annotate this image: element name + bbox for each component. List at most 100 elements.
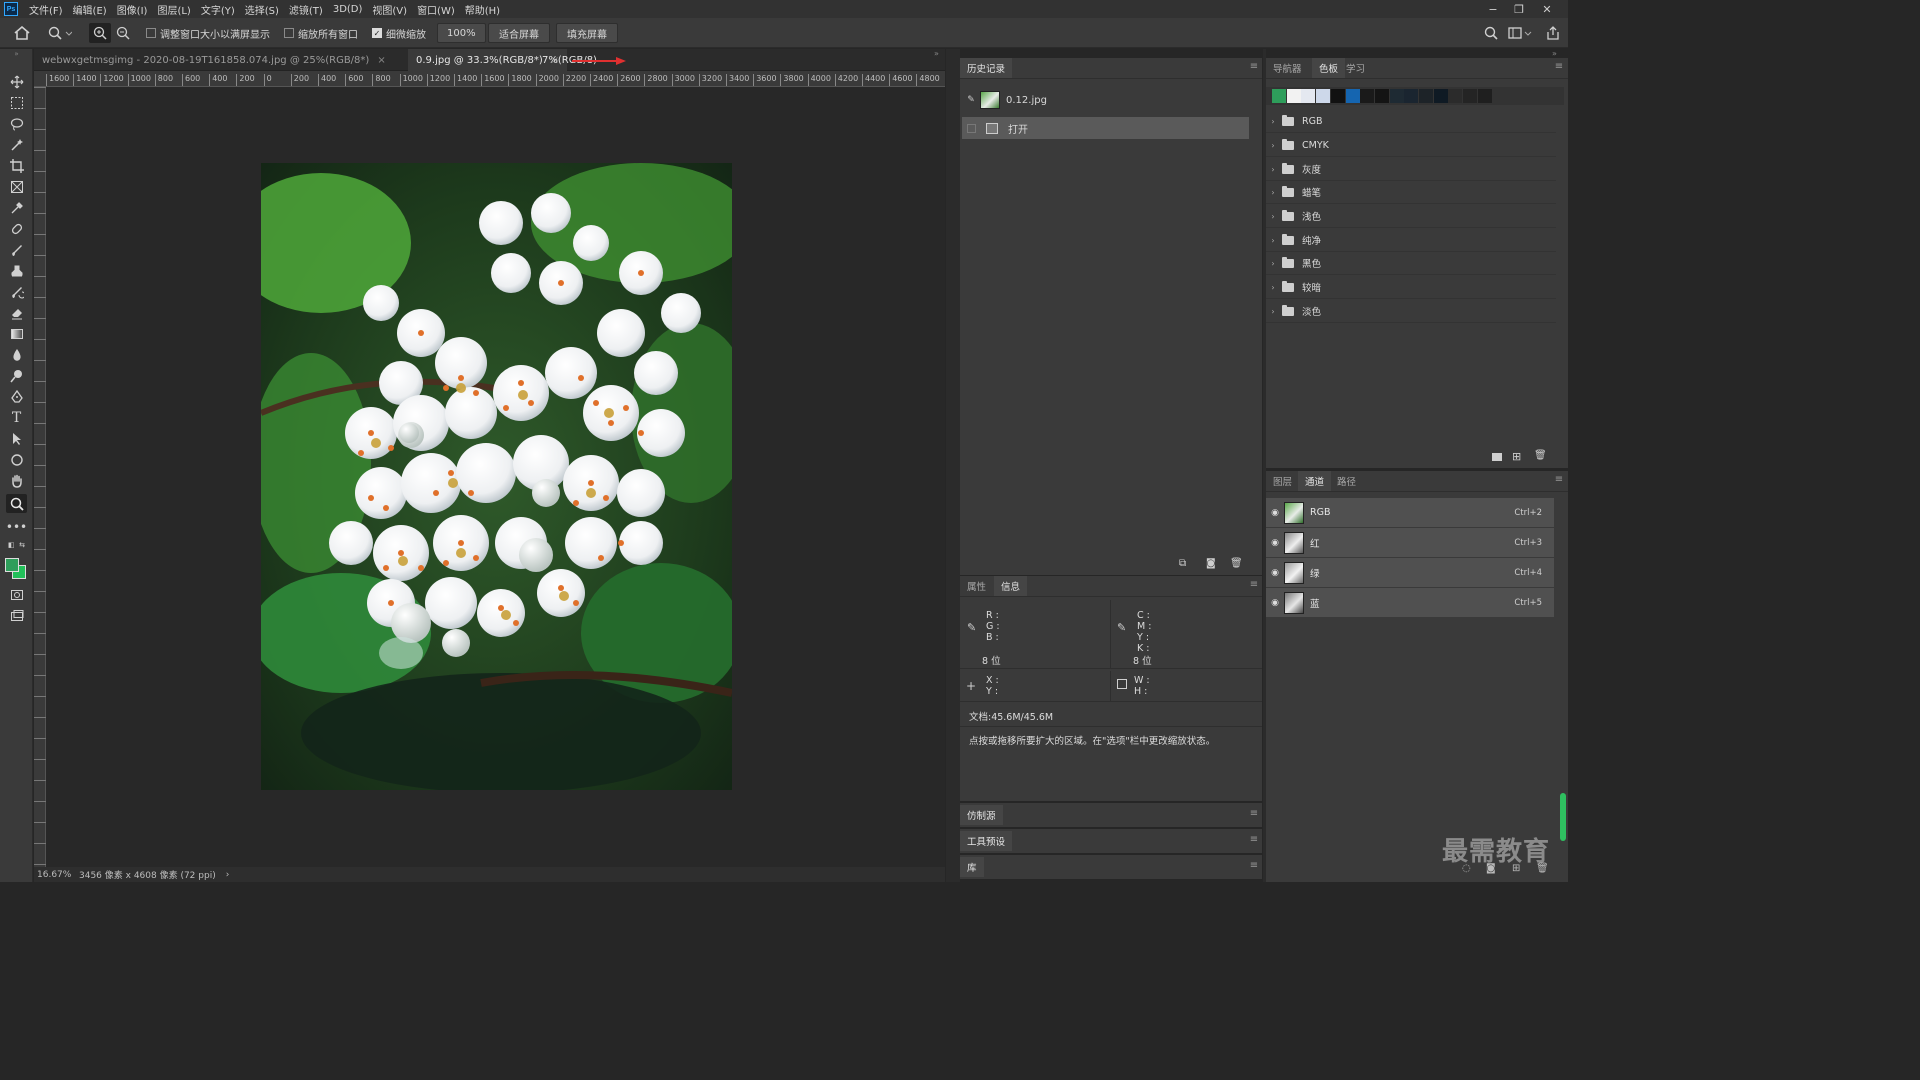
swatch-group-faint[interactable]: › 淡色 xyxy=(1266,300,1556,323)
more-tools-icon[interactable]: ••• xyxy=(6,517,27,536)
hand-tool-icon[interactable] xyxy=(6,471,27,490)
eye-icon[interactable]: ◉ xyxy=(1266,538,1284,548)
swatch-group-pure[interactable]: › 纯净 xyxy=(1266,229,1556,252)
tab-channels[interactable]: 通道 xyxy=(1298,471,1332,491)
search-icon[interactable] xyxy=(1484,23,1498,43)
color-swatch[interactable] xyxy=(1360,89,1375,103)
frame-tool-icon[interactable] xyxy=(6,177,27,196)
color-swatch[interactable] xyxy=(1419,89,1433,103)
color-swatch[interactable] xyxy=(1272,89,1286,103)
save-selection-icon[interactable]: ◙ xyxy=(1486,863,1496,874)
foreground-color-swatch[interactable] xyxy=(5,558,19,572)
workspace-icon[interactable] xyxy=(1508,23,1532,43)
trash-icon[interactable]: 🗑 xyxy=(1534,450,1547,461)
panel-menu-icon[interactable]: ≡ xyxy=(1247,834,1261,848)
collapse-toolbar-icon[interactable]: » xyxy=(6,50,27,58)
tab-clone-source[interactable]: 仿制源 xyxy=(960,805,1003,825)
ellipse-tool-icon[interactable] xyxy=(6,450,27,469)
new-document-from-state-icon[interactable]: ⧉ xyxy=(1179,558,1186,569)
trash-icon[interactable]: 🗑 xyxy=(1536,863,1549,874)
pen-tool-icon[interactable] xyxy=(6,387,27,406)
panel-menu-icon[interactable]: ≡ xyxy=(1247,860,1261,874)
zoom-out-icon[interactable] xyxy=(116,23,130,43)
color-swatch[interactable] xyxy=(1433,89,1448,103)
scrubby-zoom-checkbox[interactable]: ✓ 细微缩放 xyxy=(372,23,426,43)
clone-source-panel[interactable]: 仿制源 ≡ xyxy=(960,803,1262,827)
fit-screen-button[interactable]: 适合屏幕 xyxy=(488,23,550,43)
zoom-tool-preset-icon[interactable] xyxy=(48,23,72,43)
eyedropper-icon[interactable]: ✎ xyxy=(1117,621,1126,634)
document-tab-1[interactable]: webwxgetmsgimg - 2020-08-19T161858.074.j… xyxy=(34,49,394,71)
swatch-group-pastel[interactable]: › 蜡笔 xyxy=(1266,181,1556,204)
eyedropper-tool-icon[interactable] xyxy=(6,198,27,217)
quick-mask-icon[interactable] xyxy=(6,585,27,604)
tool-presets-panel[interactable]: 工具预设 ≡ xyxy=(960,829,1262,853)
tab-learn[interactable]: 学习 xyxy=(1339,58,1372,78)
tab-libraries[interactable]: 库 xyxy=(960,857,984,877)
history-brush-tool-icon[interactable] xyxy=(6,282,27,301)
color-swatch[interactable] xyxy=(1463,89,1478,103)
menu-file[interactable]: 文件(F) xyxy=(24,2,68,17)
trash-icon[interactable]: 🗑 xyxy=(1230,558,1243,569)
panel-menu-icon[interactable]: ≡ xyxy=(1247,808,1261,822)
tab-history[interactable]: 历史记录 xyxy=(960,58,1013,78)
panel-menu-icon[interactable]: ≡ xyxy=(1552,474,1566,488)
camera-icon[interactable]: ◙ xyxy=(1206,558,1216,569)
panel-menu-icon[interactable]: ≡ xyxy=(1247,61,1261,75)
menu-edit[interactable]: 编辑(E) xyxy=(68,2,112,17)
channel-row-blue[interactable]: ◉ 蓝 Ctrl+5 xyxy=(1266,588,1554,618)
document-image-flowers[interactable] xyxy=(261,163,732,790)
type-tool-icon[interactable]: T xyxy=(6,408,27,427)
close-window-icon[interactable]: ✕ xyxy=(1534,0,1560,18)
clone-stamp-tool-icon[interactable] xyxy=(6,261,27,280)
menu-view[interactable]: 视图(V) xyxy=(367,2,412,17)
scrollbar-thumb[interactable] xyxy=(1560,793,1566,841)
swatch-group-rgb[interactable]: › RGB xyxy=(1266,110,1556,133)
new-channel-icon[interactable]: ⊞ xyxy=(1512,863,1520,874)
swatch-group-darker[interactable]: › 较暗 xyxy=(1266,276,1556,299)
collapse-panels-icon[interactable]: » xyxy=(934,49,939,58)
color-swatch[interactable] xyxy=(1345,89,1360,103)
close-tab-icon[interactable]: × xyxy=(377,55,385,66)
home-icon[interactable] xyxy=(14,23,30,43)
swatch-group-light[interactable]: › 浅色 xyxy=(1266,205,1556,228)
history-step-open[interactable]: 打开 xyxy=(962,117,1249,139)
color-swatch[interactable] xyxy=(1404,89,1419,103)
restore-icon[interactable]: ❐ xyxy=(1506,0,1532,18)
panel-menu-icon[interactable]: ≡ xyxy=(1247,579,1261,593)
menu-select[interactable]: 选择(S) xyxy=(240,2,284,17)
color-swatch[interactable] xyxy=(1477,89,1492,103)
load-selection-icon[interactable]: ◌ xyxy=(1462,863,1471,874)
marquee-tool-icon[interactable] xyxy=(6,93,27,112)
zoom-tool-icon[interactable] xyxy=(6,494,27,513)
color-swatch[interactable] xyxy=(1301,89,1316,103)
move-tool-icon[interactable] xyxy=(6,72,27,91)
path-selection-tool-icon[interactable] xyxy=(6,429,27,448)
magic-wand-tool-icon[interactable] xyxy=(6,135,27,154)
menu-filter[interactable]: 滤镜(T) xyxy=(284,2,328,17)
channel-row-rgb[interactable]: ◉ RGB Ctrl+2 xyxy=(1266,498,1554,528)
history-brush-source-icon[interactable]: ✎ xyxy=(962,95,980,105)
channel-row-red[interactable]: ◉ 红 Ctrl+3 xyxy=(1266,528,1554,558)
eye-icon[interactable]: ◉ xyxy=(1266,568,1284,578)
channel-row-green[interactable]: ◉ 绿 Ctrl+4 xyxy=(1266,558,1554,588)
new-group-folder-icon[interactable] xyxy=(1492,453,1502,461)
zoom-in-icon[interactable] xyxy=(89,23,111,43)
color-swatch[interactable] xyxy=(1316,89,1331,103)
color-swatch[interactable] xyxy=(1286,89,1301,103)
color-swatch[interactable] xyxy=(1330,89,1345,103)
lasso-tool-icon[interactable] xyxy=(6,114,27,133)
menu-help[interactable]: 帮助(H) xyxy=(460,2,505,17)
color-swatch[interactable] xyxy=(1448,89,1463,103)
color-swatch[interactable] xyxy=(1389,89,1404,103)
brush-tool-icon[interactable] xyxy=(6,240,27,259)
share-icon[interactable] xyxy=(1546,23,1560,43)
gradient-tool-icon[interactable] xyxy=(6,324,27,343)
minimize-icon[interactable]: − xyxy=(1480,0,1506,18)
color-swatch[interactable] xyxy=(1374,89,1389,103)
tab-tool-presets[interactable]: 工具预设 xyxy=(960,831,1013,851)
crop-tool-icon[interactable] xyxy=(6,156,27,175)
eye-icon[interactable]: ◉ xyxy=(1266,598,1284,608)
panel-menu-icon[interactable]: ≡ xyxy=(1552,61,1566,75)
history-snapshot[interactable]: ✎ 0.12.jpg xyxy=(962,89,1249,111)
